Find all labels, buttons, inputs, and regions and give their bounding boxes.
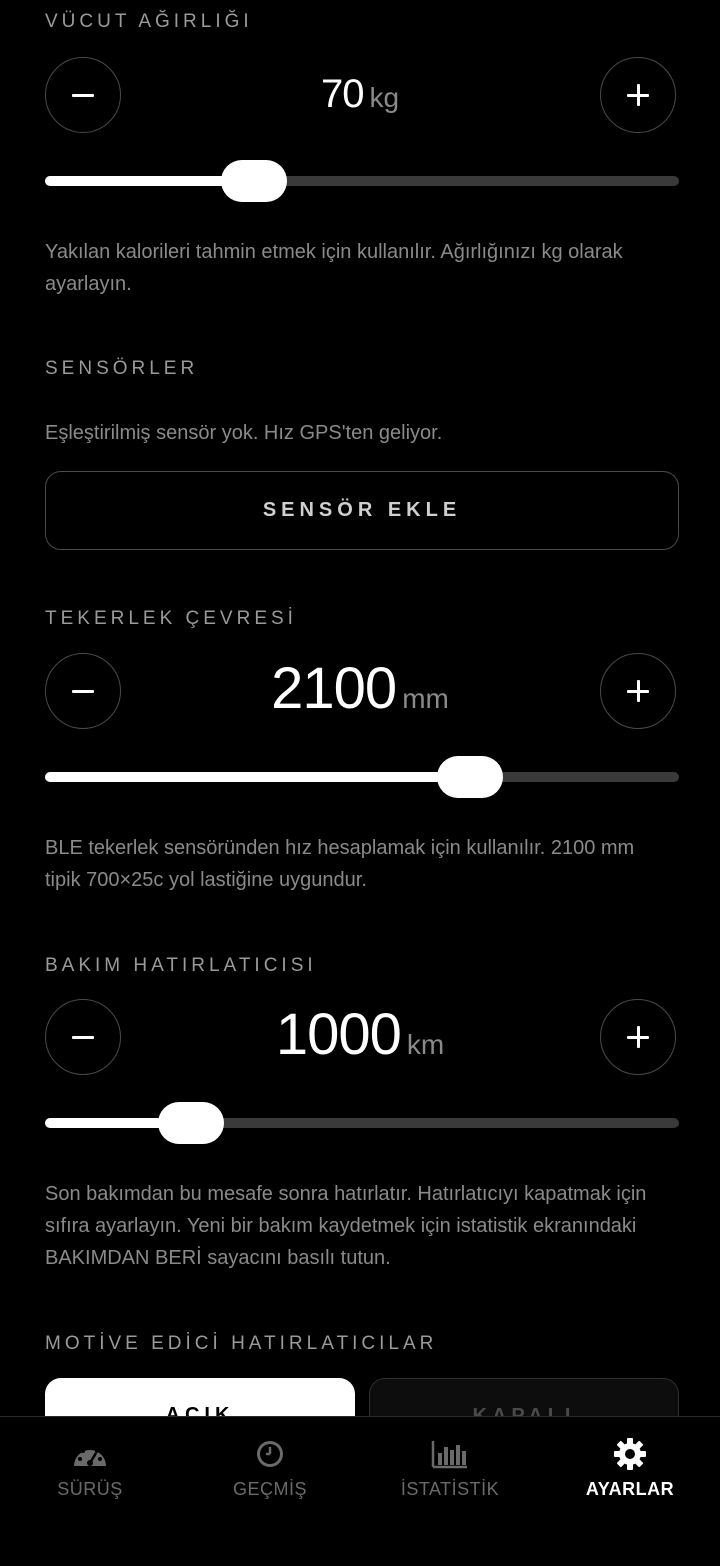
add-sensor-button[interactable]: SENSÖR EKLE — [45, 471, 679, 550]
maintenance-increase-button[interactable] — [600, 999, 676, 1075]
body-weight-unit: kg — [369, 82, 400, 113]
body-weight-increase-button[interactable] — [600, 57, 676, 133]
speedometer-icon — [71, 1437, 109, 1471]
maintenance-value: 1000 — [275, 1002, 402, 1067]
wheel-decrease-button[interactable] — [45, 653, 121, 729]
nav-item-settings[interactable]: AYARLAR — [540, 1417, 720, 1517]
wheel-value: 2100 — [271, 656, 397, 721]
body-weight-value-display: 70 kg — [130, 72, 590, 117]
wheel-unit: mm — [402, 683, 449, 714]
body-weight-slider[interactable] — [45, 160, 679, 202]
nav-item-stats[interactable]: İSTATİSTİK — [360, 1417, 540, 1517]
body-weight-description: Yakılan kalorileri tahmin etmek için kul… — [45, 241, 623, 295]
clock-icon — [251, 1437, 289, 1471]
maintenance-slider[interactable] — [45, 1102, 679, 1144]
body-weight-value: 70 — [320, 72, 364, 116]
slider-thumb[interactable] — [221, 160, 287, 202]
wheel-description: BLE tekerlek sensöründen hız hesaplamak … — [45, 837, 635, 891]
sensors-description: Eşleştirilmiş sensör yok. Hız GPS'ten ge… — [45, 422, 443, 444]
minus-icon — [72, 680, 94, 702]
maintenance-decrease-button[interactable] — [45, 999, 121, 1075]
sensors-title: SENSÖRLER — [45, 358, 199, 379]
bottom-navigation: SÜRÜŞ GEÇMİŞ İSTATİSTİK AYARLAR — [0, 1416, 720, 1566]
nav-label-ride: SÜRÜŞ — [57, 1479, 123, 1499]
body-weight-decrease-button[interactable] — [45, 57, 121, 133]
maintenance-value-display: 1000 km — [130, 1001, 590, 1068]
minus-icon — [72, 84, 94, 106]
motivation-title: MOTİVE EDİCİ HATIRLATICILAR — [45, 1333, 438, 1354]
nav-label-settings: AYARLAR — [585, 1479, 675, 1499]
body-weight-title: VÜCUT AĞIRLIĞI — [45, 11, 253, 32]
minus-icon — [72, 1026, 94, 1048]
maintenance-description: Son bakımdan bu mesafe sonra hatırlatır.… — [45, 1183, 647, 1269]
wheel-slider[interactable] — [45, 756, 679, 798]
nav-item-history[interactable]: GEÇMİŞ — [180, 1417, 360, 1517]
plus-icon — [627, 680, 649, 702]
wheel-circumference-title: TEKERLEK ÇEVRESİ — [45, 608, 297, 629]
slider-thumb[interactable] — [158, 1102, 224, 1144]
nav-label-history: GEÇMİŞ — [232, 1479, 307, 1499]
maintenance-title: BAKIM HATIRLATICISI — [45, 955, 317, 976]
slider-thumb[interactable] — [437, 756, 503, 798]
slider-fill — [45, 772, 470, 782]
wheel-increase-button[interactable] — [600, 653, 676, 729]
plus-icon — [627, 1026, 649, 1048]
gear-icon — [611, 1437, 649, 1471]
nav-label-stats: İSTATİSTİK — [400, 1479, 500, 1499]
bar-chart-icon — [431, 1437, 469, 1471]
maintenance-unit: km — [406, 1029, 445, 1060]
wheel-value-display: 2100 mm — [130, 655, 590, 722]
plus-icon — [627, 84, 649, 106]
nav-item-ride[interactable]: SÜRÜŞ — [0, 1417, 180, 1517]
